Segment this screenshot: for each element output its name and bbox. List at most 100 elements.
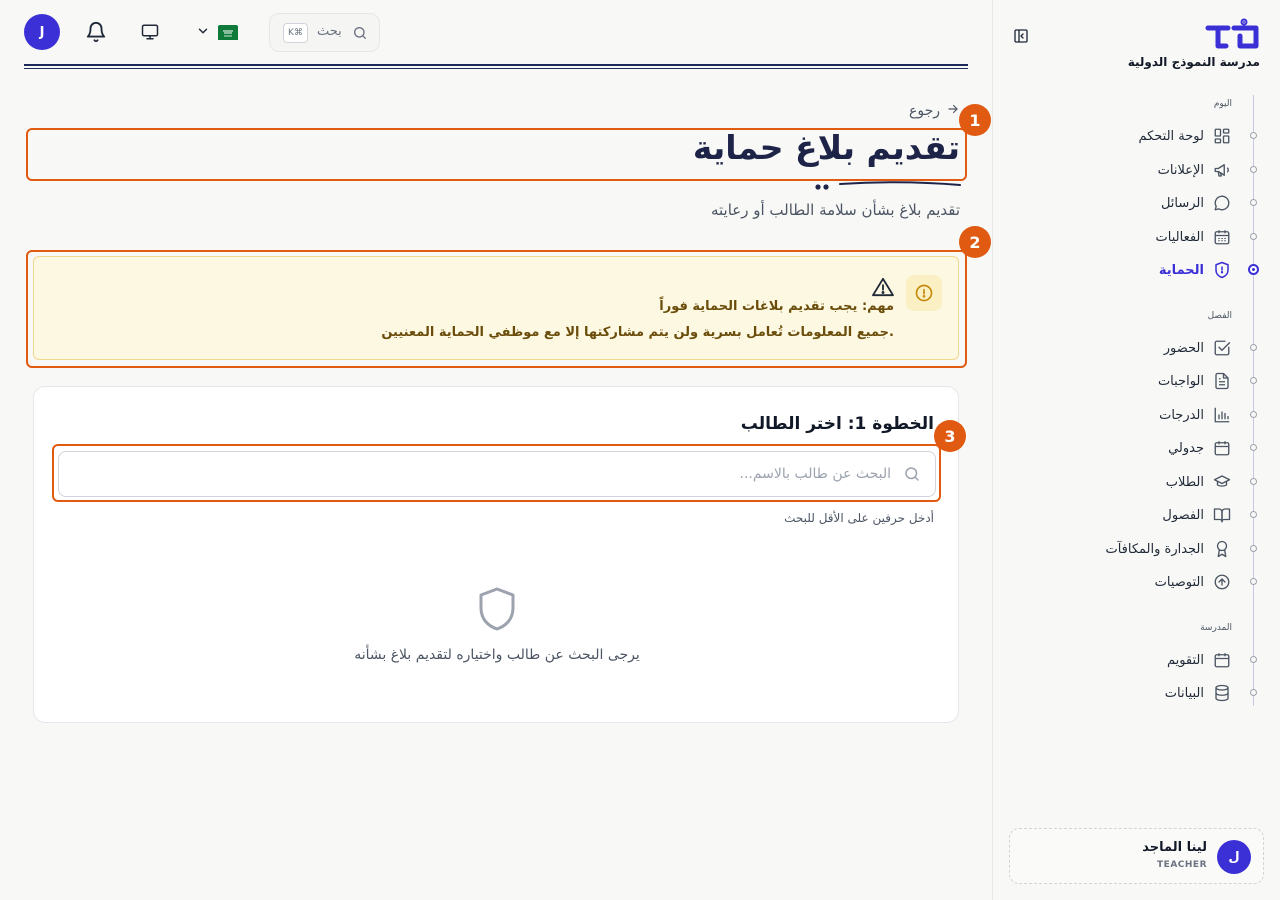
school-name: مدرسة النموذج الدولية	[1127, 55, 1260, 69]
user-role: TEACHER	[1157, 860, 1207, 870]
section-label-today: اليوم	[1213, 99, 1232, 109]
nav-dot	[1250, 444, 1257, 451]
header-divider	[24, 64, 968, 69]
sidebar-item-recommendations[interactable]: التوصيات	[1155, 570, 1232, 594]
annotation-marker-1: 1	[959, 104, 991, 136]
sidebar-item-label: البيانات	[1164, 685, 1204, 701]
database-icon	[1212, 683, 1232, 703]
sidebar-item-label: الحماية	[1158, 262, 1204, 278]
nav-dot-active	[1248, 264, 1259, 275]
sidebar-item-grades[interactable]: الدرجات	[1159, 403, 1232, 427]
nav-dot	[1250, 545, 1257, 552]
step-title: الخطوة 1: اختر الطالب	[740, 414, 934, 434]
alert-title: مهم: يجب تقديم بلاغات الحماية فوراً	[659, 299, 894, 314]
title-underline-decoration	[815, 181, 961, 190]
award-icon	[1212, 539, 1232, 559]
nav-dot	[1250, 656, 1257, 663]
calendar-icon	[1212, 650, 1232, 670]
calendar-grid-icon	[1212, 227, 1232, 247]
nav-rail	[1253, 95, 1254, 706]
sidebar-item-homework[interactable]: الواجبات	[1158, 369, 1232, 393]
sidebar-item-label: الفصول	[1162, 507, 1204, 523]
empty-state-text: يرجى البحث عن طالب واختياره لتقديم بلاغ …	[354, 647, 640, 663]
nav-dot	[1250, 344, 1257, 351]
annotation-marker-3: 3	[934, 420, 966, 452]
sidebar-item-data[interactable]: البيانات	[1165, 681, 1232, 705]
sidebar: مدرسة النموذج الدولية اليوم الفصل المدرس…	[992, 0, 1280, 900]
nav-dot	[1250, 166, 1257, 173]
sidebar-item-label: التقويم	[1166, 652, 1204, 668]
warning-triangle-icon	[872, 277, 894, 297]
calendar-icon	[1212, 438, 1232, 458]
sidebar-item-label: الجدارة والمكافآت	[1105, 541, 1204, 557]
nav-dot	[1250, 478, 1257, 485]
sidebar-item-messages[interactable]: الرسائل	[1161, 191, 1232, 215]
sidebar-item-label: التوصيات	[1154, 574, 1204, 590]
user-name: لينا الماجد	[1142, 840, 1207, 855]
sidebar-item-label: الواجبات	[1157, 373, 1204, 389]
school-logo	[1204, 18, 1260, 50]
back-label: رجوع	[908, 103, 940, 119]
graduation-cap-icon	[1212, 472, 1232, 492]
monitor-icon[interactable]	[138, 20, 162, 44]
page-subtitle: تقديم بلاغ بشأن سلامة الطالب أو رعايته	[710, 201, 960, 219]
file-text-icon	[1212, 371, 1232, 391]
chevron-down-icon	[196, 23, 210, 42]
bell-icon[interactable]	[84, 20, 108, 44]
sidebar-item-label: الرسائل	[1160, 195, 1204, 211]
sidebar-item-calendar[interactable]: التقويم	[1167, 648, 1232, 672]
nav-dot	[1250, 578, 1257, 585]
nav-dot	[1250, 199, 1257, 206]
section-label-class: الفصل	[1207, 311, 1232, 321]
user-profile-card[interactable]: ل لينا الماجد TEACHER	[1009, 828, 1264, 884]
arrow-right-icon	[946, 102, 960, 120]
check-square-icon	[1212, 338, 1232, 358]
sidebar-item-label: الإعلانات	[1157, 162, 1204, 178]
dashboard-icon	[1212, 126, 1232, 146]
sidebar-item-safeguarding[interactable]: الحماية	[1159, 258, 1232, 282]
sidebar-item-label: الدرجات	[1159, 407, 1204, 423]
search-hint: أدخل حرفين على الأقل للبحث	[784, 511, 934, 525]
important-alert: مهم: يجب تقديم بلاغات الحماية فوراً جميع…	[33, 256, 959, 360]
sidebar-item-merits-rewards[interactable]: الجدارة والمكافآت	[1105, 537, 1232, 561]
sidebar-item-dashboard[interactable]: لوحة التحكم	[1138, 124, 1232, 148]
shield-icon	[477, 586, 517, 632]
sidebar-item-label: الطلاب	[1165, 474, 1204, 490]
sidebar-item-my-schedule[interactable]: جدولي	[1168, 436, 1232, 460]
nav-dot	[1250, 132, 1257, 139]
sidebar-item-attendance[interactable]: الحضور	[1164, 336, 1232, 360]
user-avatar-button[interactable]: J	[24, 14, 60, 50]
alert-text: جميع المعلومات تُعامل بسرية ولن يتم مشار…	[381, 325, 894, 340]
sidebar-item-label: الحضور	[1163, 340, 1204, 356]
sidebar-item-label: جدولي	[1168, 440, 1204, 456]
sidebar-item-classes[interactable]: الفصول	[1162, 503, 1232, 527]
message-icon	[1212, 193, 1232, 213]
sidebar-item-announcements[interactable]: الإعلانات	[1158, 158, 1232, 182]
nav-dot	[1250, 411, 1257, 418]
bar-chart-icon	[1212, 405, 1232, 425]
page-title: تقديم بلاغ حماية	[692, 128, 960, 167]
sidebar-item-events[interactable]: الفعاليات	[1156, 225, 1232, 249]
saudi-flag-icon	[218, 25, 238, 40]
nav-dot	[1250, 377, 1257, 384]
search-icon	[352, 25, 368, 41]
sidebar-collapse-icon[interactable]	[1013, 28, 1029, 44]
megaphone-icon	[1212, 160, 1232, 180]
shortcut-badge: K⌘	[283, 23, 308, 43]
student-selection-card: الخطوة 1: اختر الطالب أدخل حرفين على الأ…	[33, 386, 959, 723]
nav-dot	[1250, 511, 1257, 518]
sidebar-item-students[interactable]: الطلاب	[1166, 470, 1232, 494]
book-open-icon	[1212, 505, 1232, 525]
alert-circle-icon	[906, 275, 942, 311]
search-label: بحث	[317, 24, 342, 39]
highlight-frame-3	[52, 444, 941, 502]
avatar: ل	[1217, 840, 1251, 874]
section-label-school: المدرسة	[1200, 623, 1232, 633]
back-link[interactable]: رجوع	[909, 102, 960, 120]
global-search[interactable]: K⌘ بحث	[269, 13, 380, 52]
shield-icon	[1212, 260, 1232, 280]
arrow-up-circle-icon	[1212, 572, 1232, 592]
language-selector[interactable]	[196, 22, 244, 42]
sidebar-item-label: الفعاليات	[1155, 229, 1204, 245]
sidebar-item-label: لوحة التحكم	[1138, 128, 1204, 144]
